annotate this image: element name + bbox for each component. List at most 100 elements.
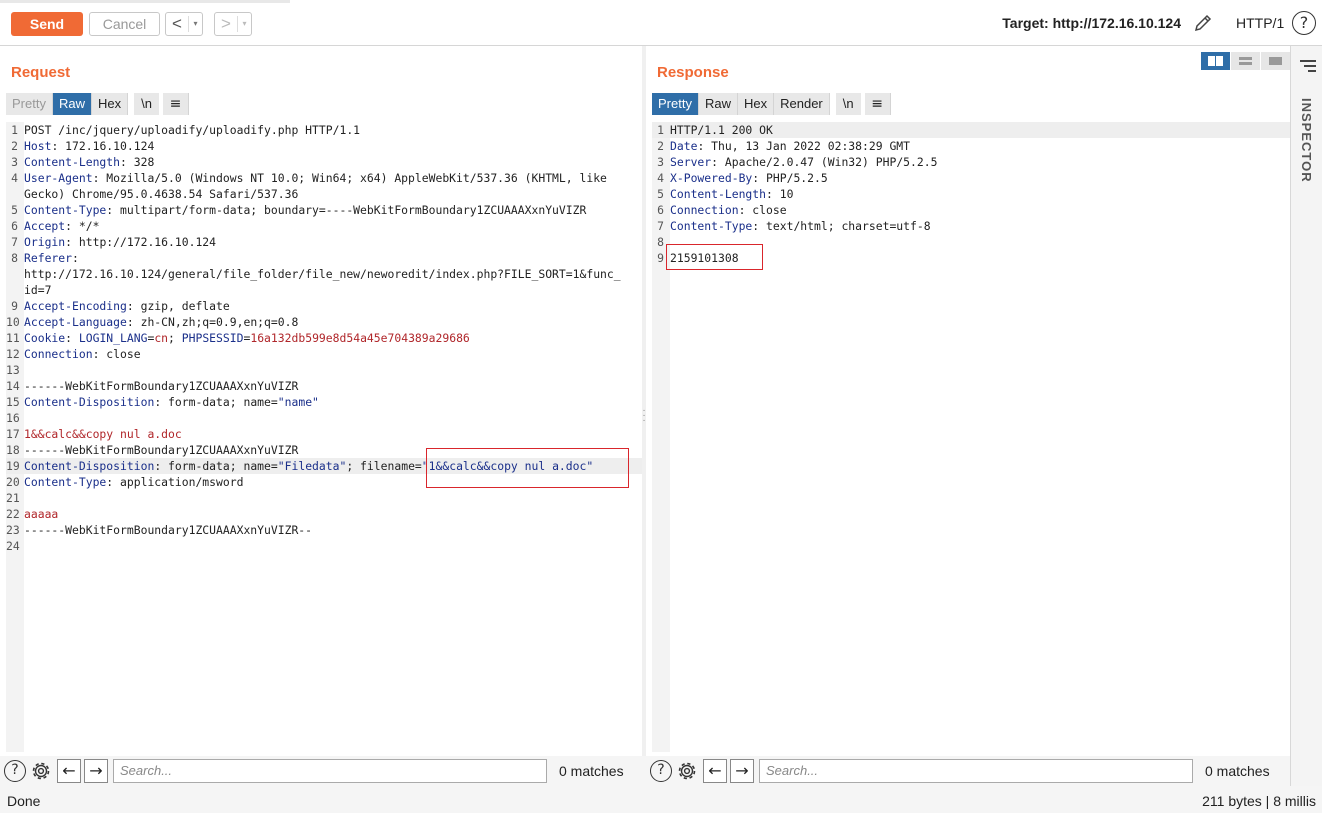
gear-icon[interactable] <box>29 759 53 783</box>
tab-pretty[interactable]: Pretty <box>652 93 699 115</box>
code-line[interactable]: 15 Content-Disposition: form-data; name="… <box>6 394 642 410</box>
line-text: Origin: http://172.16.10.124 <box>24 234 216 250</box>
line-text: id=7 <box>24 282 51 298</box>
gear-icon[interactable] <box>675 759 699 783</box>
token: Origin <box>24 235 66 249</box>
code-line[interactable]: Gecko) Chrome/95.0.4638.54 Safari/537.36 <box>6 186 642 202</box>
inspector-sidebar[interactable]: INSPECTOR <box>1290 46 1322 786</box>
line-text: Cookie: LOGIN_LANG=cn; PHPSESSID=16a132d… <box>24 330 470 346</box>
arrow-right-icon[interactable]: → <box>84 759 108 783</box>
menu-icon[interactable]: ≡ <box>864 93 891 115</box>
arrow-left-icon[interactable]: ← <box>57 759 81 783</box>
line-number: 8 <box>657 235 664 249</box>
code-line[interactable]: 5 Content-Type: multipart/form-data; boun… <box>6 202 642 218</box>
line-text: Content-Type: application/msword <box>24 474 243 490</box>
code-line[interactable]: 3 Content-Length: 328 <box>6 154 642 170</box>
token: Connection <box>670 203 739 217</box>
search-input[interactable]: Search... <box>113 759 547 783</box>
layout-split-icon[interactable] <box>1201 52 1230 70</box>
cancel-button[interactable]: Cancel <box>89 12 160 36</box>
history-forward-group[interactable]: > ▾ <box>214 12 252 36</box>
help-icon[interactable]: ? <box>650 760 672 782</box>
tab-hex[interactable]: Hex <box>91 93 129 115</box>
code-line[interactable]: 16 <box>6 410 642 426</box>
code-line[interactable]: 2 Date: Thu, 13 Jan 2022 02:38:29 GMT <box>652 138 1290 154</box>
code-line[interactable]: 22 aaaaa <box>6 506 642 522</box>
search-input[interactable]: Search... <box>759 759 1193 783</box>
forward-arrow-icon[interactable]: > <box>215 14 237 34</box>
line-number: 5 <box>657 187 664 201</box>
code-line[interactable]: 10 Accept-Language: zh-CN,zh;q=0.9,en;q=0… <box>6 314 642 330</box>
token: "Filedata" <box>277 459 347 473</box>
code-line[interactable]: 2 Host: 172.16.10.124 <box>6 138 642 154</box>
code-line[interactable]: 6 Accept: */* <box>6 218 642 234</box>
line-text: Accept: */* <box>24 218 99 234</box>
help-icon[interactable]: ? <box>4 760 26 782</box>
code-line[interactable]: 7 Content-Type: text/html; charset=utf-8 <box>652 218 1290 234</box>
arrow-right-icon[interactable]: → <box>730 759 754 783</box>
code-line[interactable]: 6 Connection: close <box>652 202 1290 218</box>
code-line[interactable]: http://172.16.10.124/general/file_folder… <box>6 266 642 282</box>
code-line[interactable]: 13 <box>6 362 642 378</box>
code-line[interactable]: 9 Accept-Encoding: gzip, deflate <box>6 298 642 314</box>
code-line[interactable]: 5 Content-Length: 10 <box>652 186 1290 202</box>
code-line[interactable]: 21 <box>6 490 642 506</box>
code-line[interactable]: 14 ------WebKitFormBoundary1ZCUAAAXxnYuVI… <box>6 378 642 394</box>
code-line[interactable]: 4 X-Powered-By: PHP/5.2.5 <box>652 170 1290 186</box>
back-dropdown-icon[interactable]: ▾ <box>188 16 202 32</box>
tab-raw[interactable]: Raw <box>698 93 738 115</box>
code-line[interactable]: id=7 <box>6 282 642 298</box>
tab-newline-toggle[interactable]: \n <box>835 93 861 115</box>
hamburger-icon[interactable] <box>1300 60 1316 75</box>
history-back-group[interactable]: < ▾ <box>165 12 203 36</box>
line-number: 16 <box>6 411 20 425</box>
token: Content-Disposition <box>24 459 155 473</box>
tab-pretty[interactable]: Pretty <box>6 93 53 115</box>
code-line[interactable]: 17 1&&calc&&copy nul a.doc <box>6 426 642 442</box>
send-button[interactable]: Send <box>11 12 83 36</box>
request-title: Request <box>11 64 71 81</box>
burp-repeater-window: Send Cancel < ▾ > ▾ Target: http://172.1… <box>0 0 1322 813</box>
code-line[interactable]: 11 Cookie: LOGIN_LANG=cn; PHPSESSID=16a13… <box>6 330 642 346</box>
tab-render[interactable]: Render <box>774 93 830 115</box>
token: : multipart/form-data; boundary=----WebK… <box>106 203 587 217</box>
code-line[interactable]: 23 ------WebKitFormBoundary1ZCUAAAXxnYuVI… <box>6 522 642 538</box>
code-line[interactable]: 12 Connection: close <box>6 346 642 362</box>
line-number: 20 <box>6 475 20 489</box>
code-line[interactable]: 1 HTTP/1.1 200 OK <box>652 122 1290 138</box>
tab-raw[interactable]: Raw <box>52 93 92 115</box>
line-text: ------WebKitFormBoundary1ZCUAAAXxnYuVIZR <box>24 378 298 394</box>
line-text: Content-Type: multipart/form-data; bound… <box>24 202 586 218</box>
help-icon[interactable]: ? <box>1292 11 1316 35</box>
line-number: 1 <box>11 123 18 137</box>
request-editor[interactable]: 1 POST /inc/jquery/uploadify/uploadify.ph… <box>6 122 642 752</box>
layout-single-icon[interactable] <box>1261 52 1290 70</box>
line-number: 6 <box>11 219 18 233</box>
pencil-icon[interactable] <box>1193 13 1213 33</box>
token: : form-data; name= <box>154 459 278 473</box>
token: : form-data; name= <box>154 395 278 409</box>
code-line[interactable]: 3 Server: Apache/2.0.47 (Win32) PHP/5.2.5 <box>652 154 1290 170</box>
token: : */* <box>65 219 100 233</box>
code-line[interactable]: 8 Referer: <box>6 250 642 266</box>
tab-hex[interactable]: Hex <box>737 93 775 115</box>
token: : http://172.16.10.124 <box>65 235 217 249</box>
line-number: 1 <box>657 123 664 137</box>
arrow-left-icon[interactable]: ← <box>703 759 727 783</box>
response-editor[interactable]: 1 HTTP/1.1 200 OK 2 Date: Thu, 13 Jan 2022 … <box>652 122 1290 752</box>
code-line[interactable]: 24 <box>6 538 642 554</box>
back-arrow-icon[interactable]: < <box>166 14 188 34</box>
line-number: 23 <box>6 523 20 537</box>
layout-stacked-icon[interactable] <box>1231 52 1260 70</box>
forward-dropdown-icon[interactable]: ▾ <box>237 16 251 32</box>
code-line[interactable]: 4 User-Agent: Mozilla/5.0 (Windows NT 10.… <box>6 170 642 186</box>
line-number: 21 <box>6 491 20 505</box>
inspector-label[interactable]: INSPECTOR <box>1299 98 1314 183</box>
tab-newline-toggle[interactable]: \n <box>134 93 159 115</box>
line-text: Gecko) Chrome/95.0.4638.54 Safari/537.36 <box>24 186 298 202</box>
code-line[interactable]: 7 Origin: http://172.16.10.124 <box>6 234 642 250</box>
code-line[interactable]: 1 POST /inc/jquery/uploadify/uploadify.ph… <box>6 122 642 138</box>
token: Content-Disposition <box>24 395 155 409</box>
protocol-toggle[interactable]: HTTP/1 <box>1236 15 1284 31</box>
menu-icon[interactable]: ≡ <box>162 93 189 115</box>
